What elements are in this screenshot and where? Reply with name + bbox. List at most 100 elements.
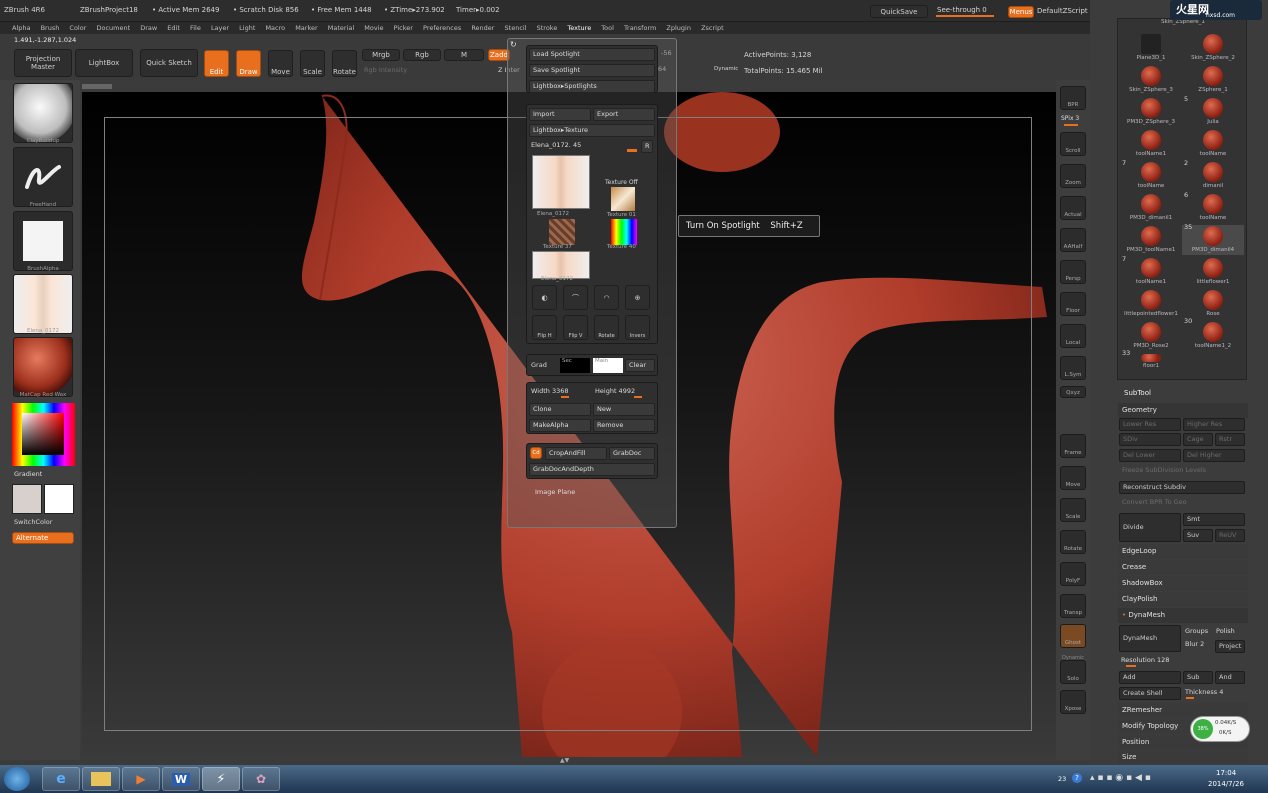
sdiv-slider[interactable]: SDiv	[1119, 433, 1181, 446]
color-picker[interactable]	[12, 403, 75, 466]
solo-button[interactable]: Solo	[1060, 660, 1086, 684]
lightbox-spotlights-button[interactable]: Lightbox▸Spotlights	[529, 80, 655, 93]
ghost-button[interactable]: Ghost	[1060, 624, 1086, 648]
export-button[interactable]: Export	[593, 108, 655, 121]
menu-stroke[interactable]: Stroke	[537, 24, 558, 32]
tool-item-8[interactable]: toolName	[1182, 129, 1244, 159]
menu-alpha[interactable]: Alpha	[12, 24, 30, 32]
image-plane-label[interactable]: Image Plane	[535, 488, 575, 496]
actual-button[interactable]: Actual	[1060, 196, 1086, 220]
menu-macro[interactable]: Macro	[265, 24, 285, 32]
dynamic-label[interactable]: Dynamic	[714, 65, 738, 73]
resolution-slider[interactable]: Resolution 128	[1121, 656, 1169, 664]
texture-name-slider[interactable]: Elena_0172. 45	[531, 141, 581, 149]
texture-37-thumb[interactable]	[549, 219, 575, 245]
tool-item-9[interactable]: toolName	[1120, 161, 1182, 191]
menu-marker[interactable]: Marker	[295, 24, 317, 32]
edgeloop-header[interactable]: EdgeLoop	[1118, 544, 1248, 559]
menu-layer[interactable]: Layer	[211, 24, 229, 32]
tool-item-17[interactable]: littlepointedflower1	[1120, 289, 1182, 319]
save-spotlight-button[interactable]: Save Spotlight	[529, 64, 655, 77]
subtool-header[interactable]: SubTool	[1124, 389, 1151, 398]
bpr-button[interactable]: BPR	[1060, 86, 1086, 110]
sec-swatch[interactable]: Sec	[560, 358, 590, 373]
groups-toggle[interactable]: Groups	[1185, 627, 1208, 635]
tool-item-0[interactable]: Skin_ZSphere_1	[1120, 19, 1246, 31]
xpose-button[interactable]: Xpose	[1060, 690, 1086, 714]
dynamesh-header[interactable]: • DynaMesh	[1118, 608, 1248, 623]
rotate-texture-button[interactable]: Rotate	[594, 315, 619, 340]
transp-button[interactable]: Transp	[1060, 594, 1086, 618]
explorer-icon[interactable]	[82, 767, 120, 791]
zbrush-icon[interactable]: ⚡	[202, 767, 240, 791]
draw-button[interactable]: Draw	[236, 50, 261, 77]
freeze-subdiv-button[interactable]: Freeze SubDivision Levels	[1119, 465, 1245, 478]
menu-brush[interactable]: Brush	[41, 24, 60, 32]
secondary-color-swatch[interactable]	[12, 484, 42, 514]
tool-item-4[interactable]: ZSphere_1	[1182, 65, 1244, 95]
blur-slider[interactable]: Blur 2	[1185, 640, 1204, 648]
menu-render[interactable]: Render	[471, 24, 494, 32]
clock-date[interactable]: 2014/7/26	[1208, 780, 1244, 789]
gradient-label[interactable]: Gradient	[14, 470, 42, 478]
lower-res-button[interactable]: Lower Res	[1119, 418, 1181, 431]
tray-icons[interactable]: ▴ ▪ ▪ ◉ ▪ ◀ ▪	[1090, 773, 1151, 783]
help-icon[interactable]: ?	[1072, 773, 1082, 783]
polish-toggle[interactable]: Polish	[1216, 627, 1235, 635]
move-button[interactable]: Move	[268, 50, 293, 77]
add-button[interactable]: Add	[1119, 671, 1181, 684]
menu-zplugin[interactable]: Zplugin	[666, 24, 691, 32]
menu-document[interactable]: Document	[96, 24, 130, 32]
tool-item-6[interactable]: Julia	[1182, 97, 1244, 127]
projection-master-button[interactable]: Projection Master	[14, 49, 72, 77]
tool-item-15[interactable]: toolName1	[1120, 257, 1182, 287]
tool-item-3[interactable]: Skin_ZSphere_3	[1120, 65, 1182, 95]
spotlight-arc-icon[interactable]: ⌒	[563, 285, 588, 310]
reconstruct-subdiv-button[interactable]: Reconstruct Subdiv	[1119, 481, 1245, 494]
tool-item-2[interactable]: Skin_ZSphere_2	[1182, 33, 1244, 63]
tool-item-16[interactable]: littleflower1	[1182, 257, 1244, 287]
make-alpha-button[interactable]: MakeAlpha	[529, 419, 591, 432]
edit-button[interactable]: Edit	[204, 50, 229, 77]
height-slider[interactable]: Height 4992	[595, 387, 635, 395]
scale-button[interactable]: Scale	[300, 50, 325, 77]
ie-icon[interactable]: e	[42, 767, 80, 791]
geometry-header[interactable]: Geometry	[1118, 403, 1248, 418]
size-header[interactable]: Size	[1118, 751, 1248, 764]
tool-item-10[interactable]: dimanil	[1182, 161, 1244, 191]
project-toggle[interactable]: Project	[1215, 640, 1245, 653]
del-lower-button[interactable]: Del Lower	[1119, 449, 1181, 462]
menu-file[interactable]: File	[190, 24, 201, 32]
shadowbox-header[interactable]: ShadowBox	[1118, 576, 1248, 591]
menu-picker[interactable]: Picker	[394, 24, 413, 32]
xyz-button[interactable]: Qxyz	[1060, 386, 1086, 398]
load-spotlight-button[interactable]: Load Spotlight	[529, 48, 655, 61]
main-color-swatch[interactable]	[44, 484, 74, 514]
spotlight-dial-icon[interactable]: ◐	[532, 285, 557, 310]
menu-edit[interactable]: Edit	[167, 24, 180, 32]
crop-and-fill-button[interactable]: CropAndFill	[545, 447, 607, 460]
texture-thumbnail[interactable]	[13, 274, 73, 334]
quicksave-button[interactable]: QuickSave	[870, 5, 928, 18]
spotlight-pivot-icon[interactable]: ⊕	[625, 285, 650, 310]
menus-button[interactable]: Menus	[1008, 6, 1034, 18]
quick-sketch-button[interactable]: Quick Sketch	[140, 49, 198, 77]
menu-color[interactable]: Color	[69, 24, 86, 32]
main-swatch[interactable]: Main	[593, 358, 623, 373]
default-zscript[interactable]: DefaultZScript	[1037, 7, 1088, 16]
rotate-button[interactable]: Rotate	[332, 50, 357, 77]
width-slider[interactable]: Width 3368	[531, 387, 569, 395]
zoom-button[interactable]: Zoom	[1060, 164, 1086, 188]
color-square[interactable]	[22, 413, 64, 455]
mrgb-button[interactable]: Mrgb	[362, 49, 400, 61]
aahalf-button[interactable]: AAHalf	[1060, 228, 1086, 252]
menu-texture[interactable]: Texture	[567, 24, 591, 32]
clear-button[interactable]: Clear	[625, 359, 655, 372]
menu-preferences[interactable]: Preferences	[423, 24, 461, 32]
thickness-slider[interactable]: Thickness 4	[1185, 688, 1223, 696]
higher-res-button[interactable]: Higher Res	[1183, 418, 1245, 431]
rstr-button[interactable]: Rstr	[1215, 433, 1245, 446]
rotate-view-button[interactable]: Rotate	[1060, 530, 1086, 554]
claypolish-header[interactable]: ClayPolish	[1118, 592, 1248, 607]
texture-01-thumb[interactable]	[611, 187, 635, 211]
